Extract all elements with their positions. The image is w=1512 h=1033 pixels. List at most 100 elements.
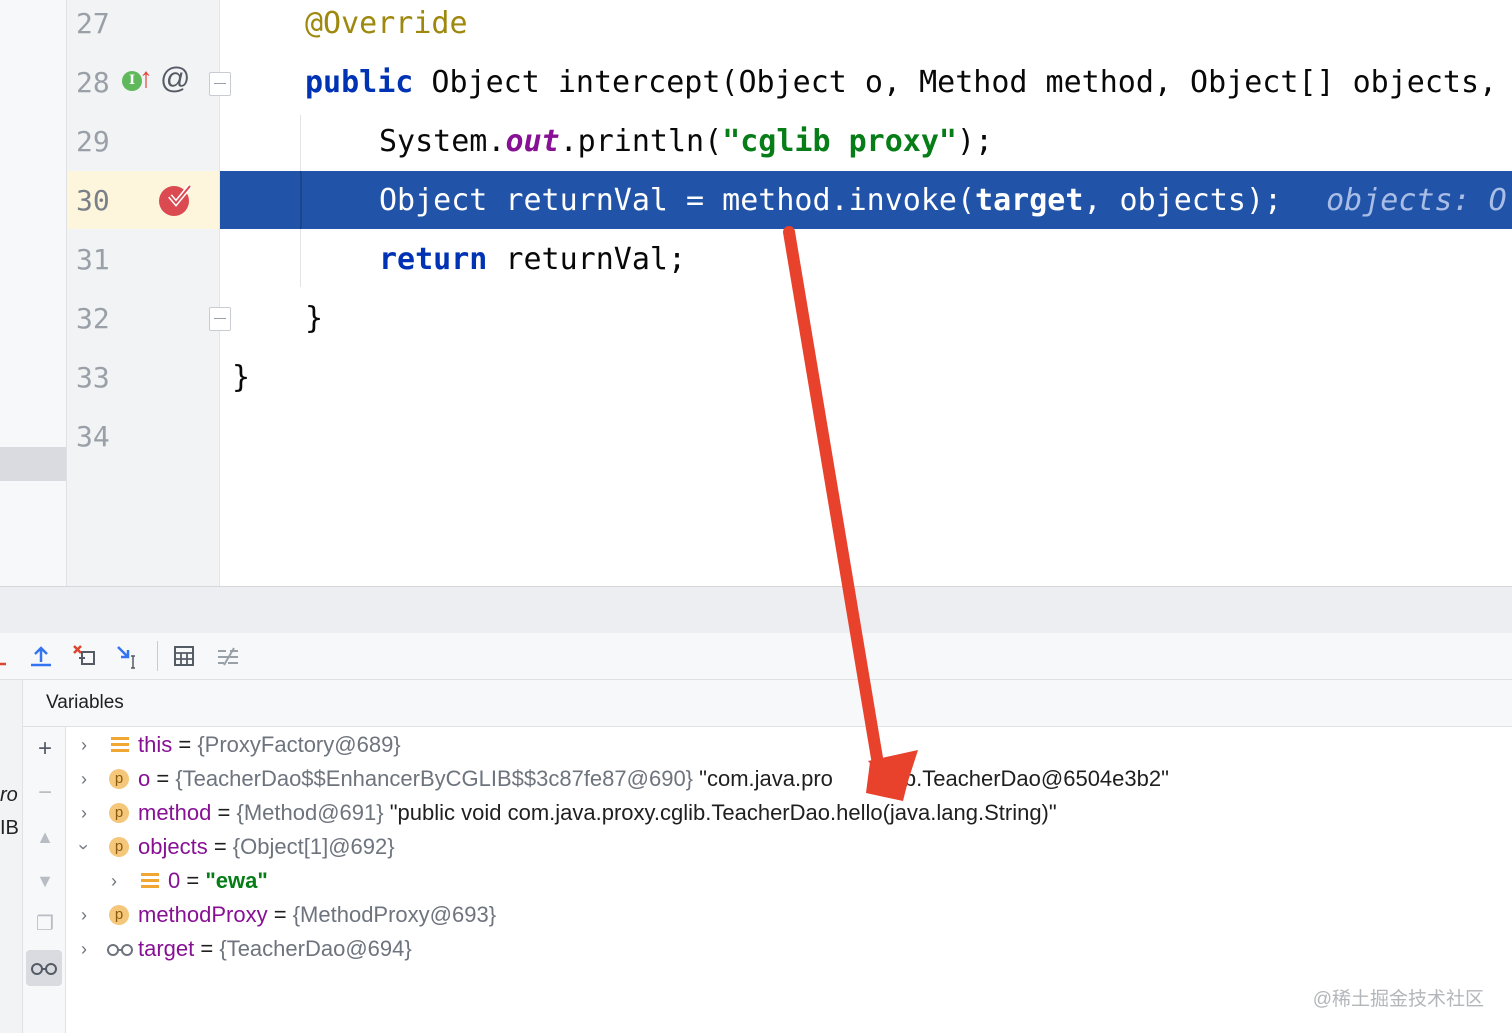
parameter-icon: p	[109, 837, 129, 857]
equals-sign: =	[172, 732, 198, 757]
trace-stream-icon[interactable]	[214, 642, 242, 670]
code-line-28: public Object intercept(Object o, Method…	[220, 53, 1512, 112]
watch-glasses-icon	[107, 944, 133, 956]
variable-tostring: "public void com.java.proxy.cglib.Teache…	[383, 800, 1057, 825]
code-text: , objects);	[1083, 183, 1283, 218]
side-panel-tab[interactable]	[0, 447, 66, 481]
drop-frame-icon[interactable]	[70, 642, 98, 670]
field-list-icon	[111, 737, 129, 753]
variable-row[interactable]: › target = {TeacherDao@694}	[66, 932, 1512, 966]
breakpoint-icon[interactable]	[156, 181, 194, 219]
variable-row[interactable]: › p methodProxy = {MethodProxy@693}	[66, 898, 1512, 932]
code-line-27: @Override	[220, 0, 1512, 53]
code-text: Object intercept(Object o, Method method…	[413, 65, 1498, 100]
equals-sign: =	[207, 834, 233, 859]
toolbar-separator	[157, 641, 158, 671]
code-line-33: }	[220, 348, 1512, 407]
variable-value: {MethodProxy@693}	[292, 902, 497, 927]
variables-header: Variables	[23, 680, 1512, 727]
move-up-icon[interactable]: ▲	[32, 824, 58, 850]
frame-fragment: IB	[0, 817, 19, 839]
move-down-icon[interactable]: ▼	[32, 868, 58, 894]
code-text: }	[305, 301, 324, 336]
variable-name: method	[138, 800, 212, 825]
chevron-right-icon[interactable]: ›	[76, 728, 92, 762]
variable-value: {Object[1]@692}	[232, 834, 395, 859]
equals-sign: =	[194, 936, 220, 961]
line-number: 27	[76, 7, 110, 40]
chevron-right-icon[interactable]: ›	[76, 796, 92, 830]
line-number: 30	[76, 184, 110, 217]
debug-toolbar	[0, 633, 1512, 680]
line-number: 31	[76, 243, 110, 276]
chevron-down-icon[interactable]: ›	[67, 839, 101, 855]
parameter-icon: p	[109, 803, 129, 823]
code-line-29: System.out.println("cglib proxy");	[220, 112, 1512, 171]
code-text: );	[957, 124, 994, 159]
show-watches-icon[interactable]	[26, 950, 62, 986]
parameter-icon: p	[109, 905, 129, 925]
variable-row[interactable]: › p o = {TeacherDao$$EnhancerByCGLIB$$3c…	[66, 762, 1512, 796]
annotation-icon[interactable]: @	[160, 62, 190, 96]
code-line-31: return returnVal;	[220, 230, 1512, 289]
annotation-text: @Override	[305, 6, 468, 41]
code-text: returnVal;	[487, 242, 687, 277]
panel-splitter[interactable]	[0, 586, 1512, 634]
equals-sign: =	[180, 868, 206, 893]
code-line-30-current-execution: Object returnVal = method.invoke(target,…	[220, 171, 1512, 229]
chevron-right-icon[interactable]: ›	[106, 864, 122, 898]
equals-sign: =	[267, 902, 293, 927]
step-out-icon[interactable]	[27, 642, 55, 670]
step-into-icon[interactable]	[0, 642, 22, 670]
up-arrow-icon[interactable]: ↑	[139, 62, 153, 94]
project-side-panel	[0, 0, 67, 586]
watermark: @稀土掘金技术社区	[1312, 989, 1484, 1010]
equals-sign: =	[150, 766, 176, 791]
variable-tostring: "com.java.pro	[693, 766, 833, 791]
variable-name: objects	[138, 834, 208, 859]
code-editor: 27 28 29 30 31 32 33 34 I ↑ @ @Override …	[0, 0, 1512, 586]
code-text: Object returnVal = method.invoke(	[379, 183, 976, 218]
code-line-32: }	[220, 289, 1512, 348]
variable-tostring: cglib.TeacherDao@6504e3b2"	[870, 766, 1169, 791]
variable-row[interactable]: › p objects = {Object[1]@692}	[66, 830, 1512, 864]
chevron-right-icon[interactable]: ›	[76, 762, 92, 796]
variables-title: Variables	[46, 692, 124, 713]
remove-watch-icon[interactable]: −	[32, 780, 58, 806]
variable-name: methodProxy	[138, 902, 268, 927]
variable-value: {Method@691}	[236, 800, 384, 825]
chevron-right-icon[interactable]: ›	[76, 898, 92, 932]
variable-row[interactable]: › 0 = "ewa"	[66, 864, 1512, 898]
frame-fragment: ro	[0, 784, 18, 806]
run-to-cursor-icon[interactable]	[114, 642, 142, 670]
line-number: 29	[76, 125, 110, 158]
exec-line-divider	[300, 171, 302, 229]
line-number: 34	[76, 420, 110, 453]
code-text: .println(	[559, 124, 723, 159]
variable-value: {ProxyFactory@689}	[197, 732, 401, 757]
keyword: public	[305, 65, 414, 100]
variables-toolbar: + − ▲ ▼ ❐	[23, 727, 66, 1033]
variable-name: this	[138, 732, 173, 757]
equals-sign: =	[211, 800, 237, 825]
keyword: return	[379, 242, 488, 277]
variable-name: target	[138, 936, 195, 961]
variable-name: o	[138, 766, 151, 791]
code-text: System.	[379, 124, 506, 159]
frames-panel-edge: ro IB	[0, 680, 23, 1033]
add-watch-icon[interactable]: +	[32, 736, 58, 762]
duplicate-watch-icon[interactable]: ❐	[32, 911, 58, 937]
variables-tree: › this = {ProxyFactory@689} › p o = {Tea…	[66, 728, 1512, 1033]
field-list-icon	[141, 873, 159, 889]
evaluate-expression-icon[interactable]	[170, 642, 198, 670]
variable-value: "ewa"	[205, 868, 268, 893]
variable-row[interactable]: › this = {ProxyFactory@689}	[66, 728, 1512, 762]
code-area[interactable]: @Override public Object intercept(Object…	[220, 0, 1512, 586]
chevron-right-icon[interactable]: ›	[76, 932, 92, 966]
variable-row[interactable]: › p method = {Method@691} "public void c…	[66, 796, 1512, 830]
variable-name: 0	[168, 868, 181, 893]
code-text-bold: target	[975, 183, 1084, 218]
parameter-icon: p	[109, 769, 129, 789]
string-literal: "cglib proxy"	[722, 124, 957, 159]
variable-value: {TeacherDao@694}	[219, 936, 412, 961]
